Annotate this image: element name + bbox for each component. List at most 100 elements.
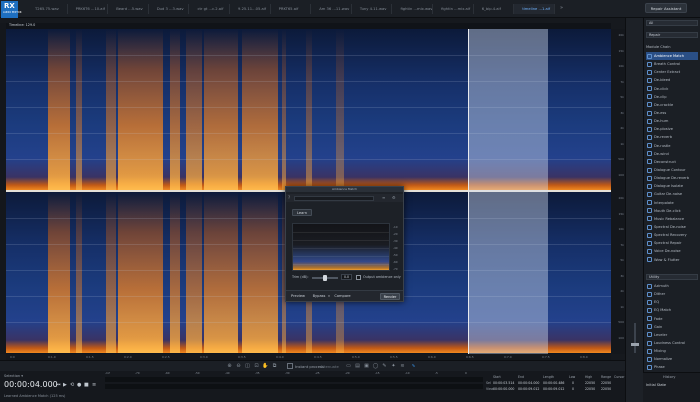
sel-low-value[interactable]: 0 xyxy=(572,381,574,385)
repair-assistant-button[interactable]: Repair Assistant xyxy=(645,3,687,13)
zoom-selection-icon[interactable]: ⊡ xyxy=(253,363,260,370)
module-category-dropdown[interactable]: All xyxy=(646,20,698,26)
playback-options-icon[interactable]: ≡ xyxy=(92,382,96,388)
module-item[interactable]: De-crackle xyxy=(646,101,698,109)
snap-icon[interactable]: ⧉ xyxy=(271,363,278,370)
go-to-start-icon[interactable]: ⏮ xyxy=(56,382,61,388)
file-tab[interactable]: fightin ...mix.wav xyxy=(392,4,434,14)
file-tab[interactable]: Am 36 ...11.wav xyxy=(311,4,352,14)
module-item[interactable]: Loudness Control xyxy=(646,339,698,347)
module-preset-dropdown[interactable]: Repair xyxy=(646,32,698,38)
module-item[interactable]: Breath Control xyxy=(646,60,698,68)
module-item[interactable]: De-clip xyxy=(646,93,698,101)
harmonic-selection-icon[interactable]: ≋ xyxy=(399,363,406,370)
module-item[interactable]: De-rustle xyxy=(646,142,698,150)
time-selection-tool-icon[interactable]: ▭ xyxy=(345,363,352,370)
stop-icon[interactable]: ■ xyxy=(84,382,89,388)
sel-end-value[interactable]: 00:00:04.000 xyxy=(518,381,539,385)
module-item[interactable]: Azimuth xyxy=(646,282,698,290)
zoom-in-icon[interactable]: ⊕ xyxy=(226,363,233,370)
waveform-view-icon[interactable]: ∿ xyxy=(410,363,417,370)
sel-start-value[interactable]: 00:00:03.514 xyxy=(493,381,514,385)
render-button[interactable]: Render xyxy=(380,293,400,300)
record-icon[interactable]: ● xyxy=(77,382,81,388)
hand-tool-icon[interactable]: ✋ xyxy=(262,363,269,370)
learn-button[interactable]: Learn xyxy=(292,209,312,216)
frequency-selection-tool-icon[interactable]: ▤ xyxy=(354,363,361,370)
trim-slider-handle[interactable] xyxy=(323,274,327,281)
attenuate-mode-dropdown[interactable]: Attenuate xyxy=(320,364,339,369)
compare-button[interactable]: Compare xyxy=(333,293,352,300)
module-item[interactable]: Phase xyxy=(646,363,698,371)
history-item[interactable]: Initial State xyxy=(646,383,666,387)
brush-tool-icon[interactable]: ✎ xyxy=(381,363,388,370)
playhead[interactable] xyxy=(468,29,469,354)
module-item[interactable]: Leveler xyxy=(646,331,698,339)
module-item[interactable]: De-reverb xyxy=(646,133,698,141)
module-item[interactable]: Dither xyxy=(646,290,698,298)
play-icon[interactable]: ▶ xyxy=(63,382,67,388)
view-end-value[interactable]: 00:00:09.012 xyxy=(518,387,539,391)
view-length-value[interactable]: 00:00:09.012 xyxy=(543,387,564,391)
file-tab[interactable]: 6_bip.4.aif xyxy=(474,4,515,14)
file-tab[interactable]: ctr gt ...c.2.aif xyxy=(189,4,231,14)
more-tabs-icon[interactable]: » xyxy=(560,5,563,11)
module-item[interactable]: Spectral Repair xyxy=(646,239,698,247)
module-item[interactable]: Dialogue De-reverb xyxy=(646,174,698,182)
preview-button[interactable]: Preview xyxy=(290,293,306,300)
zoom-out-icon[interactable]: ⊖ xyxy=(235,363,242,370)
preset-menu-icon[interactable]: ≡ xyxy=(382,195,385,200)
selection-caption[interactable]: Selection ▾ xyxy=(4,374,23,378)
file-tab[interactable]: 9.25.11...05.aif xyxy=(230,4,271,14)
module-item[interactable]: De-click xyxy=(646,85,698,93)
module-item[interactable]: Mixing xyxy=(646,347,698,355)
vertical-zoom-handle[interactable] xyxy=(631,343,639,346)
module-item[interactable]: Wow & Flutter xyxy=(646,256,698,264)
module-item[interactable]: Spectral Recovery xyxy=(646,231,698,239)
vertical-zoom-slider[interactable] xyxy=(634,323,636,353)
module-item[interactable]: Gain xyxy=(646,323,698,331)
help-icon[interactable]: ? xyxy=(288,195,290,200)
trim-value-field[interactable]: 0.0 xyxy=(341,274,352,280)
view-high-value[interactable]: 22050 xyxy=(585,387,595,391)
module-item[interactable]: Voice De-noise xyxy=(646,247,698,255)
utility-category-dropdown[interactable]: Utility xyxy=(646,274,698,280)
view-low-value[interactable]: 0 xyxy=(572,387,574,391)
lasso-tool-icon[interactable]: ◯ xyxy=(372,363,379,370)
instant-process-checkbox[interactable] xyxy=(287,363,293,369)
module-item[interactable]: De-bleed xyxy=(646,76,698,84)
module-chain-button[interactable]: Module Chain xyxy=(646,45,698,49)
file-tab[interactable]: Tuny 4.11.wav xyxy=(352,4,393,14)
module-item[interactable]: EQ Match xyxy=(646,306,698,314)
module-item[interactable]: Interpolate xyxy=(646,199,698,207)
sel-high-value[interactable]: 22050 xyxy=(585,381,595,385)
module-item[interactable]: Music Rebalance xyxy=(646,215,698,223)
dialog-options-icon[interactable]: ⚙ xyxy=(392,195,396,200)
module-item[interactable]: Guitar De-noise xyxy=(646,190,698,198)
time-selection[interactable] xyxy=(468,29,548,354)
module-item[interactable]: Center Extract xyxy=(646,68,698,76)
file-tab[interactable]: PRKT65.aif xyxy=(271,4,312,14)
file-tab[interactable]: T265.75.wav xyxy=(27,4,68,14)
module-item[interactable]: Dialogue Isolate xyxy=(646,182,698,190)
dialog-title[interactable]: Ambience Match xyxy=(286,187,403,192)
module-item[interactable]: De-ess xyxy=(646,109,698,117)
module-item[interactable]: Mouth De-click xyxy=(646,207,698,215)
module-item[interactable]: Deconstruct xyxy=(646,158,698,166)
file-tab[interactable]: timeline ...1.aif xyxy=(514,4,555,14)
bypass-button[interactable]: Bypass xyxy=(310,293,328,300)
module-item[interactable]: De-plosive xyxy=(646,125,698,133)
module-item[interactable]: Spectral De-noise xyxy=(646,223,698,231)
view-start-value[interactable]: 00:00:00.000 xyxy=(493,387,514,391)
file-tab[interactable]: fightin ...mix.aif xyxy=(433,4,474,14)
output-ambience-only-checkbox[interactable] xyxy=(356,274,361,280)
module-item[interactable]: Ambience Match xyxy=(646,52,698,61)
module-item[interactable]: De-hum xyxy=(646,117,698,125)
magic-wand-icon[interactable]: ✦ xyxy=(390,363,397,370)
bypass-dropdown-icon[interactable]: ▾ xyxy=(327,293,331,300)
file-tab[interactable]: Dud 3 ...3.wav xyxy=(149,4,190,14)
module-item[interactable]: Normalize xyxy=(646,355,698,363)
module-item[interactable]: De-wind xyxy=(646,150,698,158)
zoom-fit-icon[interactable]: ◫ xyxy=(244,363,251,370)
file-tab[interactable]: Beard ...5.wav xyxy=(108,4,149,14)
